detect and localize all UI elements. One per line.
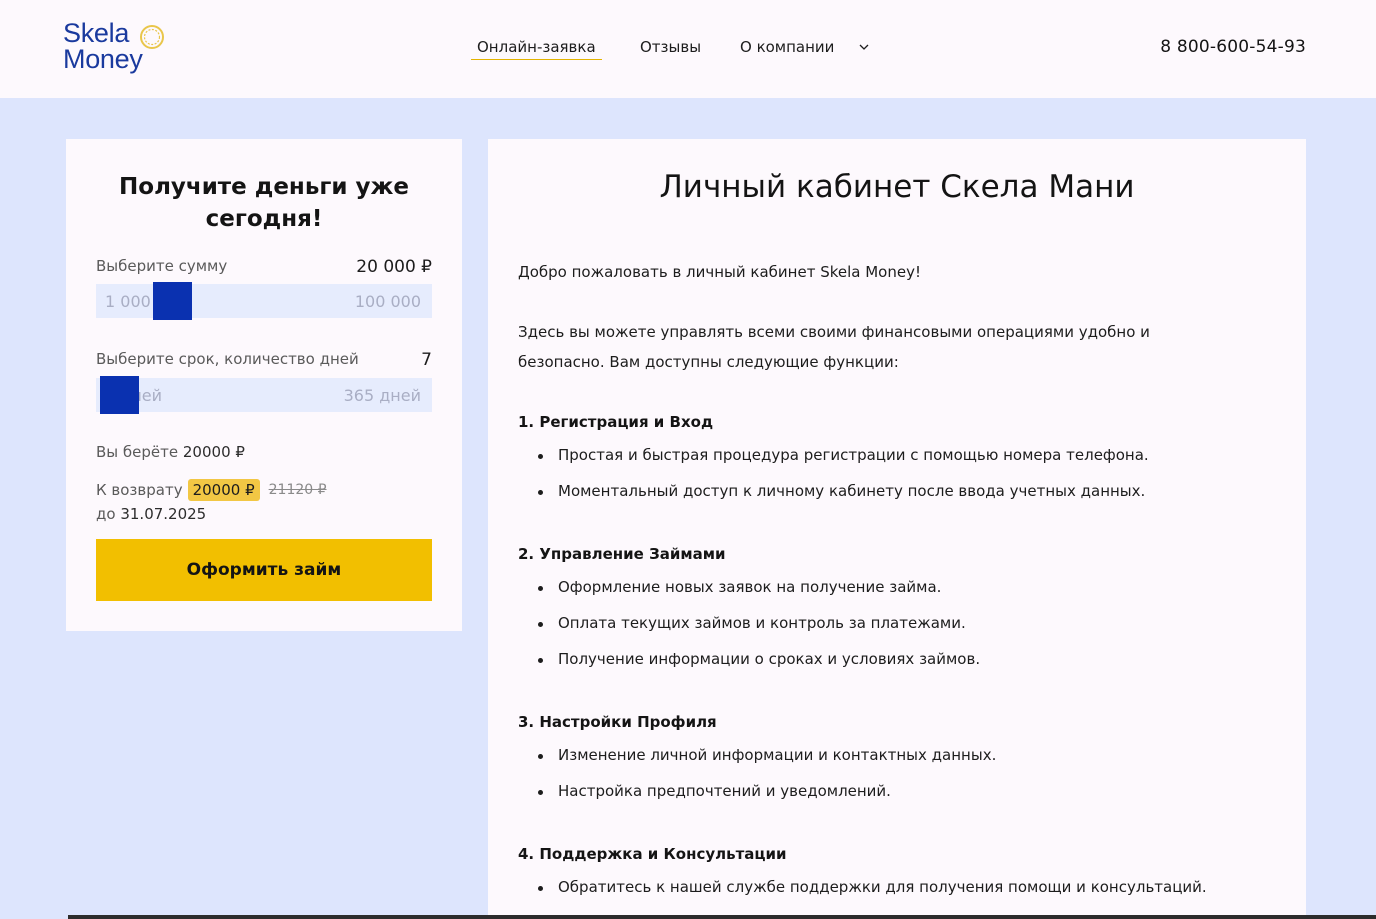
return-date: до 31.07.2025 — [96, 505, 206, 523]
apply-loan-button[interactable]: Оформить займ — [96, 539, 432, 601]
list-item: Оформление новых заявок на получение зай… — [538, 578, 941, 596]
term-max: 365 дней — [343, 386, 421, 405]
return-old-value: 21120 ₽ — [268, 482, 327, 498]
list-item: Простая и быстрая процедура регистрации … — [538, 446, 1149, 464]
section-title: 2. Управление Займами — [518, 545, 726, 563]
coin-icon — [140, 25, 164, 49]
section-title: 3. Настройки Профиля — [518, 713, 717, 731]
list-item: Получение информации о сроках и условиях… — [538, 650, 980, 668]
take-amount: Вы берёте 20000 ₽ — [96, 443, 245, 461]
nav-reviews[interactable]: Отзывы — [640, 38, 701, 56]
amount-value: 20 000 ₽ — [356, 257, 432, 277]
nav-about-company[interactable]: О компании — [740, 38, 834, 56]
welcome-text: Добро пожаловать в личный кабинет Skela … — [518, 263, 921, 281]
section-title: 1. Регистрация и Вход — [518, 413, 714, 431]
term-value: 7 — [421, 350, 432, 370]
take-value: 20000 ₽ — [182, 443, 245, 461]
return-value-badge: 20000 ₽ — [187, 479, 260, 501]
term-slider[interactable]: 7 дней 365 дней — [96, 376, 432, 414]
intro-text: Здесь вы можете управлять всеми своими ф… — [518, 323, 1150, 371]
calculator-title: Получите деньги уже сегодня! — [119, 174, 409, 232]
logo[interactable]: Skela Money — [63, 20, 173, 76]
page-title: Личный кабинет Скела Мани — [659, 169, 1135, 205]
amount-max: 100 000 — [354, 292, 421, 311]
section-title: 4. Поддержка и Консультации — [518, 845, 787, 863]
phone-number[interactable]: 8 800-600-54-93 — [1160, 37, 1306, 57]
list-item: Моментальный доступ к личному кабинету п… — [538, 482, 1145, 500]
amount-slider-handle[interactable] — [153, 282, 192, 320]
chevron-down-icon[interactable] — [859, 43, 869, 51]
list-item: Настройка предпочтений и уведомлений. — [538, 782, 891, 800]
loan-calculator: Получите деньги уже сегодня! Выберите су… — [66, 139, 462, 631]
bottom-scroll-edge — [68, 915, 1376, 919]
take-label: Вы берёте — [96, 443, 179, 461]
amount-label: Выберите сумму — [96, 257, 228, 275]
nav-online-application[interactable]: Онлайн-заявка — [471, 38, 602, 60]
main-content: Личный кабинет Скела Мани Добро пожалова… — [488, 139, 1306, 919]
list-item: Оплата текущих займов и контроль за плат… — [538, 614, 966, 632]
return-amount: К возврату 20000 ₽ 21120 ₽ — [96, 479, 327, 501]
amount-slider[interactable]: 1 000 100 000 — [96, 282, 432, 320]
until-value: 31.07.2025 — [120, 505, 207, 523]
return-label: К возврату — [96, 481, 183, 499]
logo-line2: Money — [63, 44, 143, 74]
site-header: Skela Money Онлайн-заявка Отзывы О компа… — [0, 0, 1376, 98]
logo-text: Skela Money — [63, 18, 143, 74]
term-slider-handle[interactable] — [100, 376, 139, 414]
until-label: до — [96, 505, 116, 523]
logo-line1: Skela — [63, 18, 130, 48]
list-item: Изменение личной информации и контактных… — [538, 746, 996, 764]
amount-min: 1 000 — [105, 292, 151, 311]
term-label: Выберите срок, количество дней — [96, 350, 359, 368]
list-item: Обратитесь к нашей службе поддержки для … — [538, 878, 1207, 896]
